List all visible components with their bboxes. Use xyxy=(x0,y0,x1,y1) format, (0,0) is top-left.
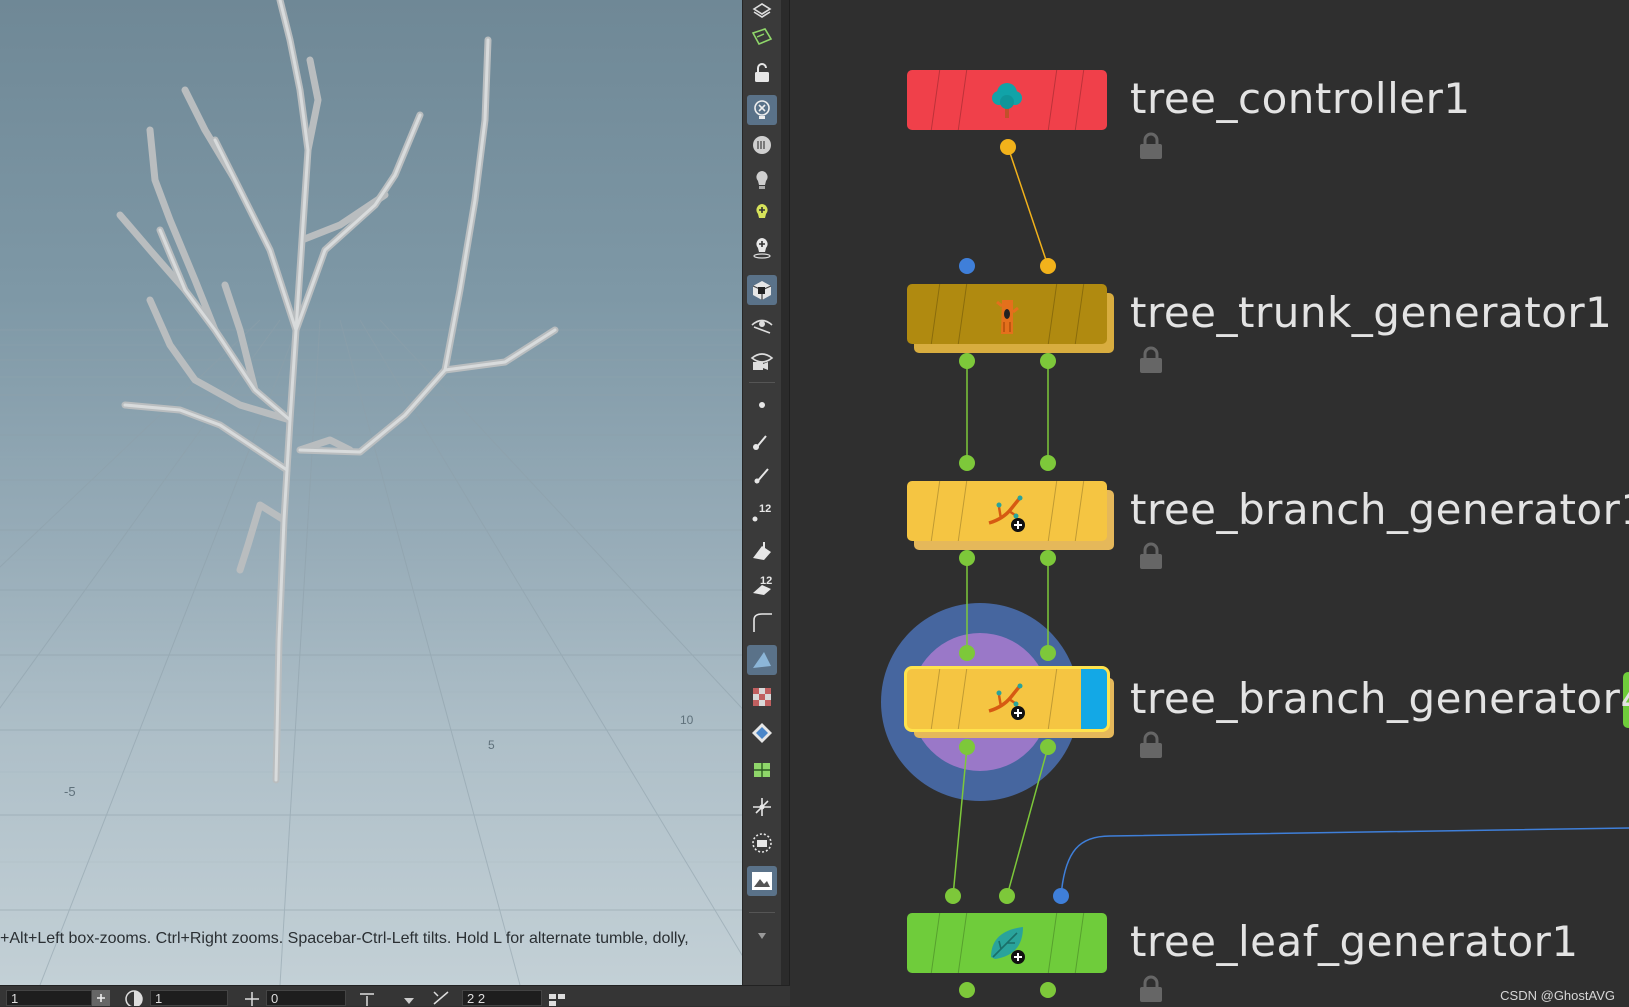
branch-add-icon xyxy=(988,495,1025,532)
svg-text:12: 12 xyxy=(760,575,772,587)
node-label: tree_branch_generator1 xyxy=(1130,485,1629,534)
visibility-eye-icon[interactable] xyxy=(747,310,777,340)
node-label: tree_controller1 xyxy=(1130,74,1471,123)
uv-icon[interactable] xyxy=(747,718,777,748)
display-options-icon[interactable] xyxy=(747,22,777,52)
grid-label: -5 xyxy=(64,784,76,799)
scale-icon[interactable] xyxy=(432,990,450,1006)
tree-icon xyxy=(992,83,1022,118)
node-label: tree_branch_generator4 xyxy=(1130,674,1629,723)
grid-label: 5 xyxy=(488,738,495,752)
viewport-scene: -5 5 10 xyxy=(0,0,742,985)
plus-icon[interactable] xyxy=(92,990,110,1006)
viewport-display-toolbar: 12 12 xyxy=(742,0,782,985)
sphere-icon[interactable] xyxy=(747,828,777,858)
light-add-icon[interactable] xyxy=(747,198,777,228)
frame-field[interactable]: 1 xyxy=(6,990,92,1006)
texture-checker-icon[interactable] xyxy=(747,682,777,712)
headlight-icon[interactable] xyxy=(747,130,777,160)
lock-icon[interactable] xyxy=(747,58,777,88)
light-bulb-icon[interactable] xyxy=(747,165,777,195)
node-tree-leaf-generator[interactable] xyxy=(907,913,1107,973)
camera-eye-icon[interactable] xyxy=(747,345,777,375)
normals-icon[interactable] xyxy=(747,607,777,637)
polygon-icon[interactable] xyxy=(747,645,777,675)
half-circle-icon[interactable] xyxy=(125,990,143,1006)
lock-icon[interactable] xyxy=(1138,542,1164,570)
lock-icon[interactable] xyxy=(1138,346,1164,374)
brush-icon[interactable] xyxy=(747,425,777,455)
scale-field[interactable]: 2 2 xyxy=(462,990,542,1006)
pen-icon[interactable] xyxy=(747,460,777,490)
lock-icon[interactable] xyxy=(1138,731,1164,759)
grid-icon[interactable] xyxy=(548,990,566,1006)
bottom-toolbar: 1 1 0 2 2 xyxy=(0,985,790,1006)
scroll-down-icon[interactable] xyxy=(747,920,777,950)
background-image-icon[interactable] xyxy=(747,866,777,896)
node-tree-branch-generator-selected[interactable] xyxy=(907,669,1107,729)
trunk-icon xyxy=(996,300,1019,334)
node-label: tree_leaf_generator1 xyxy=(1130,917,1579,966)
node-tree-controller[interactable] xyxy=(907,70,1107,130)
pane-splitter[interactable] xyxy=(781,0,790,985)
network-editor[interactable]: tree_controller1 tree_trunk_generator1 t… xyxy=(790,0,1629,1005)
scene-viewport[interactable]: -5 5 10 +Alt+Left box-zooms. Ctrl+Right … xyxy=(0,0,742,985)
ground-grid xyxy=(0,319,742,985)
watermark: CSDN @GhostAVG xyxy=(1500,988,1615,1003)
point-icon[interactable] xyxy=(747,390,777,420)
light-link-icon[interactable] xyxy=(747,232,777,262)
value-field[interactable]: 1 xyxy=(150,990,228,1006)
dropdown-icon[interactable] xyxy=(400,990,418,1006)
grid-label: 10 xyxy=(680,713,694,727)
viewport-hint-text: +Alt+Left box-zooms. Ctrl+Right zooms. S… xyxy=(0,930,689,947)
svg-text:12: 12 xyxy=(759,503,771,515)
offset-field[interactable]: 0 xyxy=(266,990,346,1006)
wireframe-icon[interactable] xyxy=(747,755,777,785)
light-off-icon[interactable] xyxy=(747,95,777,125)
transform-icon[interactable] xyxy=(243,990,261,1006)
tree-model xyxy=(116,0,559,784)
branch-add-icon xyxy=(988,683,1025,720)
primitive-numbers-icon[interactable]: 12 xyxy=(747,570,777,600)
node-tree-branch-generator[interactable] xyxy=(907,481,1107,541)
node-label: tree_trunk_generator1 xyxy=(1130,288,1613,337)
shaded-cube-icon[interactable] xyxy=(747,275,777,305)
lock-icon[interactable] xyxy=(1138,132,1164,160)
lock-icon[interactable] xyxy=(1138,975,1164,1003)
align-icon[interactable] xyxy=(358,990,376,1006)
display-flag[interactable] xyxy=(1081,669,1107,729)
primitive-icon[interactable] xyxy=(747,535,777,565)
node-tree-trunk-generator[interactable] xyxy=(907,284,1107,344)
point-numbers-icon[interactable]: 12 xyxy=(747,497,777,527)
layers-icon[interactable] xyxy=(747,0,777,24)
ground-grid-fine xyxy=(0,344,742,863)
snap-icon[interactable] xyxy=(747,792,777,822)
leaf-add-icon xyxy=(991,927,1025,964)
